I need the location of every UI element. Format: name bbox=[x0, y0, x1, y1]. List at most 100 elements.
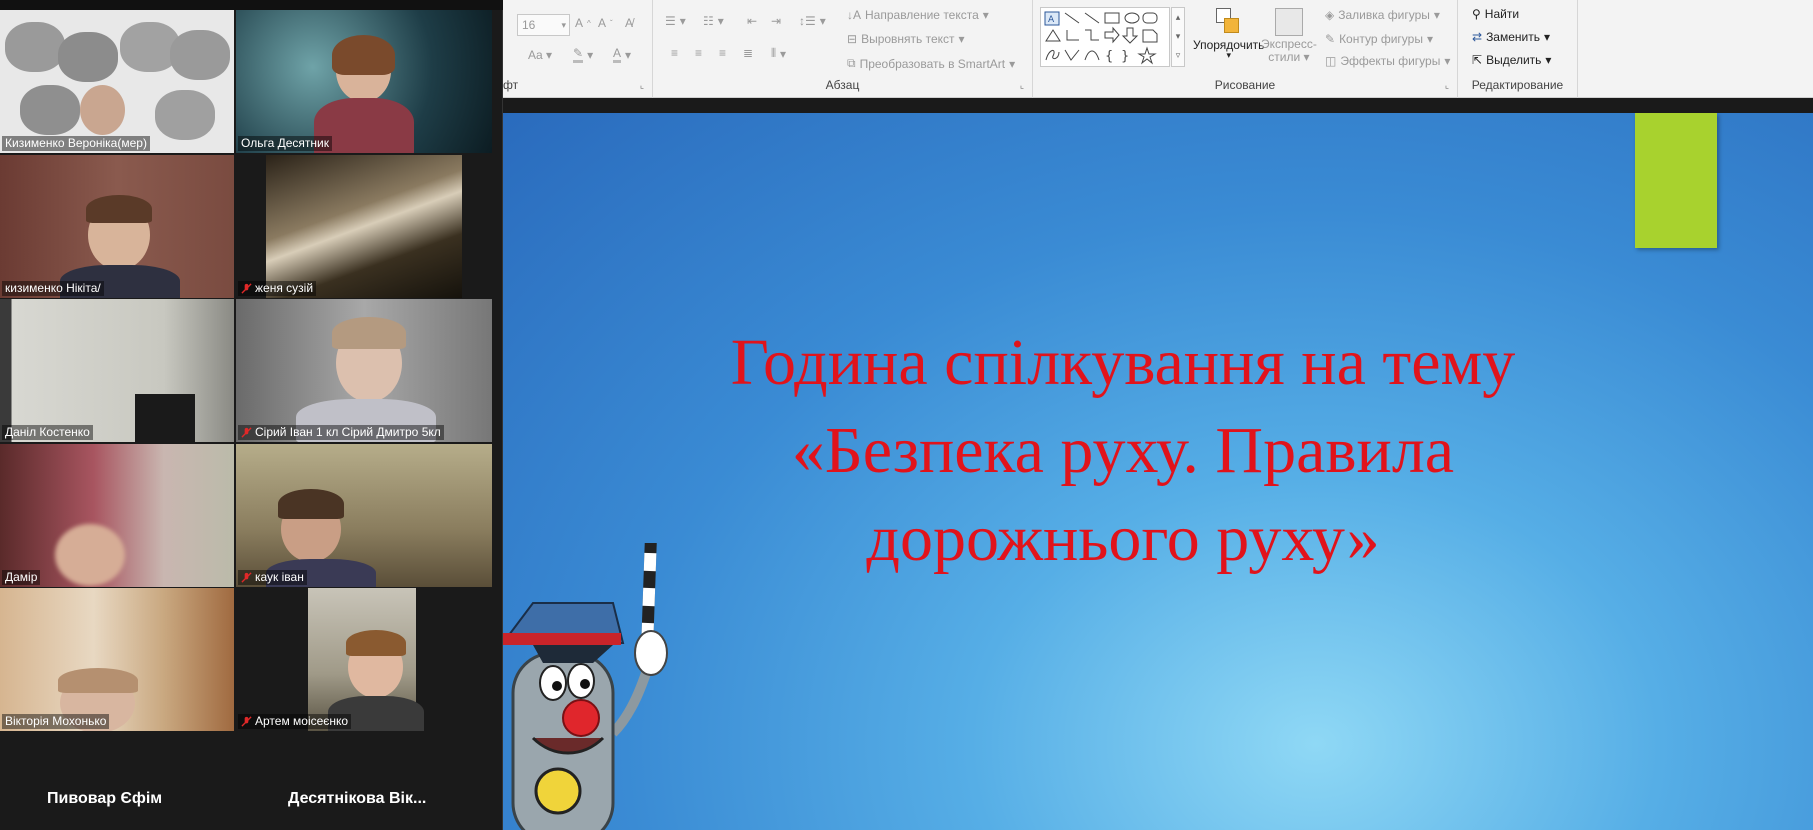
line-spacing-icon: ↕☰ bbox=[799, 14, 816, 28]
video-feed bbox=[236, 444, 492, 587]
columns-icon: ⫴ bbox=[771, 46, 777, 60]
dialog-launcher-icon[interactable]: ⌞ bbox=[1014, 78, 1030, 92]
quick-styles-button[interactable]: Экспресс- стили ▾ bbox=[1261, 8, 1317, 64]
video-tile[interactable]: Вікторія Мохонько bbox=[0, 588, 234, 731]
video-feed bbox=[236, 299, 492, 442]
video-tile[interactable]: женя сузій bbox=[236, 155, 492, 298]
align-right-button[interactable]: ≡ bbox=[719, 46, 726, 60]
video-feed bbox=[308, 588, 424, 731]
shrink-font-button[interactable]: Aˇ bbox=[598, 16, 613, 30]
justify-button[interactable]: ≣ bbox=[743, 46, 753, 60]
ribbon: 16 ▾ A ^ Aˇ A̸ Aa ▾ ✎ ▾ A ▾ фт ⌞ ☰ ▾ ☷ ▾ ⇤… bbox=[503, 0, 1813, 98]
quick-styles-icon bbox=[1274, 8, 1303, 36]
align-text-icon: ⊟ bbox=[847, 32, 858, 46]
video-tile[interactable]: каук іван bbox=[236, 444, 492, 587]
slide-title-line: Година спілкування на тему bbox=[730, 326, 1516, 399]
increase-indent-button[interactable]: ⇥ bbox=[771, 14, 781, 28]
arrange-icon bbox=[1215, 8, 1242, 36]
svg-text:}: } bbox=[1121, 49, 1129, 64]
video-tile-active-speaker[interactable]: Сірий Іван 1 кл Сірий Дмитро 5кл bbox=[236, 299, 492, 442]
align-left-icon: ≡ bbox=[671, 46, 679, 60]
video-feed bbox=[0, 444, 234, 587]
numbering-button[interactable]: ☷ ▾ bbox=[703, 14, 724, 28]
shape-effects-button[interactable]: ◫ Эффекты фигуры ▾ bbox=[1325, 54, 1450, 68]
columns-button[interactable]: ⫴ ▾ bbox=[771, 46, 786, 61]
paint-bucket-icon: ◈ bbox=[1325, 8, 1335, 22]
video-feed bbox=[266, 155, 462, 298]
font-color-button[interactable]: A ▾ bbox=[613, 46, 631, 63]
video-tile[interactable]: Даніл Костенко bbox=[0, 299, 234, 442]
change-case-button[interactable]: Aa ▾ bbox=[528, 48, 552, 62]
find-button[interactable]: ⚲ Найти bbox=[1472, 7, 1519, 21]
participant-name: каук іван bbox=[238, 570, 307, 585]
participant-name: кизименко Нікіта/ bbox=[2, 281, 104, 296]
text-direction-icon: ↓A bbox=[847, 8, 862, 22]
dialog-launcher-icon[interactable]: ⌞ bbox=[1439, 78, 1455, 92]
replace-button[interactable]: ⇄ Заменить ▾ bbox=[1472, 30, 1550, 44]
muted-mic-icon bbox=[241, 283, 252, 294]
align-right-icon: ≡ bbox=[719, 46, 727, 60]
select-button[interactable]: ⇱ Выделить ▾ bbox=[1472, 53, 1551, 67]
grow-font-button[interactable]: A ^ bbox=[575, 16, 591, 30]
font-color-icon: A bbox=[613, 46, 622, 63]
video-tile[interactable]: Ольга Десятник bbox=[236, 10, 492, 153]
slide-title[interactable]: Година спілкування на тему «Безпека руху… bbox=[623, 319, 1623, 583]
participant-name[interactable]: Десятнікова Вік... bbox=[288, 790, 426, 808]
text-direction-button[interactable]: ↓A Направление текста ▾ bbox=[847, 8, 989, 22]
bullets-button[interactable]: ☰ ▾ bbox=[665, 14, 686, 28]
decorative-green-rectangle bbox=[1635, 113, 1717, 248]
clear-format-button[interactable]: A̸ bbox=[625, 16, 633, 30]
video-tile[interactable]: Дамір bbox=[0, 444, 234, 587]
video-gallery: Кизименко Вероніка(мер) Ольга Десятник к… bbox=[0, 0, 503, 830]
arrange-button[interactable]: Упорядочить ▾ bbox=[1193, 8, 1264, 61]
muted-mic-icon bbox=[241, 427, 252, 438]
video-feed bbox=[0, 299, 234, 442]
shape-effects-icon: ◫ bbox=[1325, 54, 1337, 68]
slide-canvas[interactable]: Година спілкування на тему «Безпека руху… bbox=[503, 113, 1813, 830]
slide-title-line: «Безпека руху. Правила bbox=[791, 414, 1455, 487]
video-feed bbox=[0, 155, 234, 298]
participant-name: Даніл Костенко bbox=[2, 425, 93, 440]
increase-indent-icon: ⇥ bbox=[771, 14, 782, 28]
video-feed bbox=[0, 588, 234, 731]
audio-only-participants: Пивовар Єфім Десятнікова Вік... bbox=[0, 790, 503, 818]
muted-mic-icon bbox=[241, 716, 252, 727]
editing-group: ⚲ Найти ⇄ Заменить ▾ ⇱ Выделить ▾ Редактиро… bbox=[1458, 0, 1578, 98]
slide-title-line: дорожнього руху» bbox=[866, 502, 1380, 575]
participant-name: Сірий Іван 1 кл Сірий Дмитро 5кл bbox=[238, 425, 444, 440]
paragraph-group: ☰ ▾ ☷ ▾ ⇤ ⇥ ↕☰ ▾ ≡ ≡ ≡ ≣ ⫴ ▾ ↓A Направлен… bbox=[653, 0, 1033, 98]
participant-name[interactable]: Пивовар Єфім bbox=[47, 790, 162, 808]
convert-smartart-button[interactable]: ⧉ Преобразовать в SmartArt ▾ bbox=[847, 56, 1015, 71]
shapes-gallery-icons: A { } bbox=[1044, 11, 1158, 65]
cursor-icon: ⇱ bbox=[1472, 53, 1483, 67]
decrease-indent-icon: ⇤ bbox=[747, 14, 758, 28]
align-center-button[interactable]: ≡ bbox=[695, 46, 702, 60]
video-tile[interactable]: кизименко Нікіта/ bbox=[0, 155, 234, 298]
muted-mic-icon bbox=[241, 572, 252, 583]
participant-name: Ольга Десятник bbox=[238, 136, 332, 151]
participant-name: Дамір bbox=[2, 570, 41, 585]
svg-text:A: A bbox=[1048, 15, 1055, 25]
video-tile[interactable]: Артем моісеєнко bbox=[236, 588, 492, 731]
font-size-select[interactable]: 16 ▾ bbox=[517, 14, 570, 36]
shapes-gallery[interactable]: A { } bbox=[1040, 7, 1170, 67]
font-group-label: фт bbox=[503, 78, 519, 92]
shapes-gallery-scroll[interactable]: ▴ ▾ ▿ bbox=[1171, 7, 1185, 67]
highlighter-icon: ✎ bbox=[573, 46, 584, 63]
bullets-icon: ☰ bbox=[665, 14, 676, 28]
align-text-button[interactable]: ⊟ Выровнять текст ▾ bbox=[847, 32, 965, 46]
dialog-launcher-icon[interactable]: ⌞ bbox=[634, 78, 650, 92]
highlight-color-button[interactable]: ✎ ▾ bbox=[573, 46, 593, 63]
traffic-light-character-image bbox=[503, 543, 668, 830]
drawing-group: A { } ▴ ▾ ▿ Упорядочить ▾ Экспресс- стил… bbox=[1033, 0, 1458, 98]
gallery-top-bar bbox=[0, 0, 503, 10]
shape-outline-button[interactable]: ✎ Контур фигуры ▾ bbox=[1325, 32, 1433, 46]
line-spacing-button[interactable]: ↕☰ ▾ bbox=[799, 14, 826, 28]
video-tile[interactable]: Кизименко Вероніка(мер) bbox=[0, 10, 234, 153]
decrease-indent-button[interactable]: ⇤ bbox=[747, 14, 757, 28]
replace-icon: ⇄ bbox=[1472, 30, 1483, 44]
font-group: 16 ▾ A ^ Aˇ A̸ Aa ▾ ✎ ▾ A ▾ фт ⌞ bbox=[503, 0, 653, 98]
shape-fill-button[interactable]: ◈ Заливка фигуры ▾ bbox=[1325, 8, 1440, 22]
video-feed bbox=[236, 10, 492, 153]
align-left-button[interactable]: ≡ bbox=[671, 46, 678, 60]
